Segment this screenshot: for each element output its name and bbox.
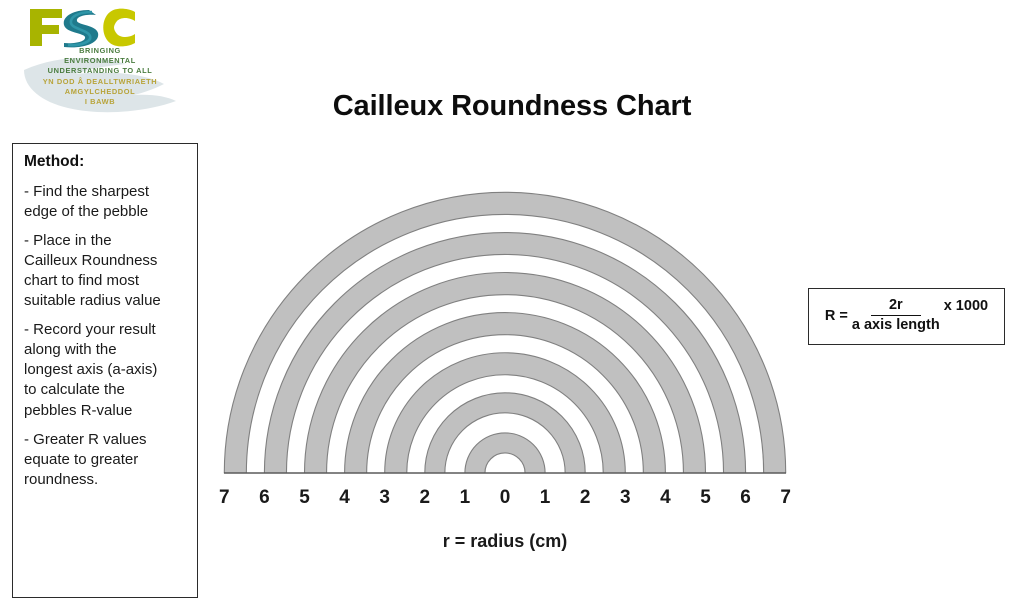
- x-axis-tick: 2: [579, 487, 591, 508]
- logo-tagline-line-1: BRINGING: [79, 46, 121, 55]
- formula-lhs: R =: [824, 307, 848, 324]
- arc-bands-svg: [223, 191, 787, 474]
- method-step-2: - Place in the Cailleux Roundness chart …: [24, 231, 161, 310]
- formula-panel: R = 2r a axis length x 1000: [808, 288, 1005, 345]
- formula-multiplier: x 1000: [943, 298, 989, 315]
- x-axis-tick: 0: [499, 487, 511, 508]
- x-axis-tick: 3: [620, 487, 631, 508]
- formula-numerator: 2r: [870, 297, 921, 316]
- x-axis-tick: 7: [780, 487, 791, 508]
- method-step-4: - Greater R values equate to greater rou…: [24, 430, 147, 488]
- logo-tagline-welsh-line-3: I BAWB: [84, 97, 116, 106]
- logo-tagline-line-2: ENVIRONMENTAL: [64, 56, 136, 65]
- page-title: Cailleux Roundness Chart: [332, 90, 692, 122]
- x-axis-tick: 1: [539, 487, 551, 508]
- method-heading: Method:: [24, 153, 85, 170]
- roundness-formula: R = 2r a axis length x 1000: [825, 297, 988, 333]
- logo-tagline-welsh-line-1: YN DOD Â DEALLTWRIAETH: [42, 77, 158, 86]
- method-step-3: - Record your result along with the long…: [24, 321, 158, 419]
- x-axis-tick: 3: [379, 487, 390, 508]
- arc-band-group: [223, 191, 787, 474]
- arc-band: [464, 432, 546, 474]
- logo-tagline-line-3: UNDERSTANDING TO ALL: [47, 66, 153, 75]
- formula-denominator: a axis length: [851, 316, 940, 333]
- x-axis-tick: 6: [259, 487, 270, 508]
- x-axis-tick: 1: [459, 487, 471, 508]
- formula-fraction: 2r a axis length: [852, 297, 940, 333]
- method-step-1: - Find the sharpest edge of the pebble: [24, 182, 150, 220]
- fsc-logo: BRINGING ENVIRONMENTAL UNDERSTANDING TO …: [0, 0, 210, 125]
- x-axis-tick: 6: [740, 487, 751, 508]
- cailleux-arc-chart: [200, 178, 820, 488]
- x-axis-tick-labels: 7 6 5 4 3 2 1 0 1 2 3 4 5 6 7: [210, 487, 800, 515]
- x-axis-tick: 4: [660, 487, 671, 508]
- logo-tagline-welsh-line-2: AMGYLCHEDDOL: [64, 87, 136, 96]
- x-axis-caption: r = radius (cm): [442, 531, 568, 551]
- slide-canvas: BRINGING ENVIRONMENTAL UNDERSTANDING TO …: [0, 0, 1024, 609]
- x-axis-tick: 5: [299, 487, 310, 508]
- x-axis-tick: 4: [339, 487, 350, 508]
- x-axis-tick: 5: [700, 487, 711, 508]
- fsc-wordmark-icon: [30, 8, 135, 48]
- x-axis-tick: 7: [219, 487, 230, 508]
- method-panel: Method: - Find the sharpest edge of the …: [12, 143, 198, 598]
- x-axis-tick: 2: [419, 487, 431, 508]
